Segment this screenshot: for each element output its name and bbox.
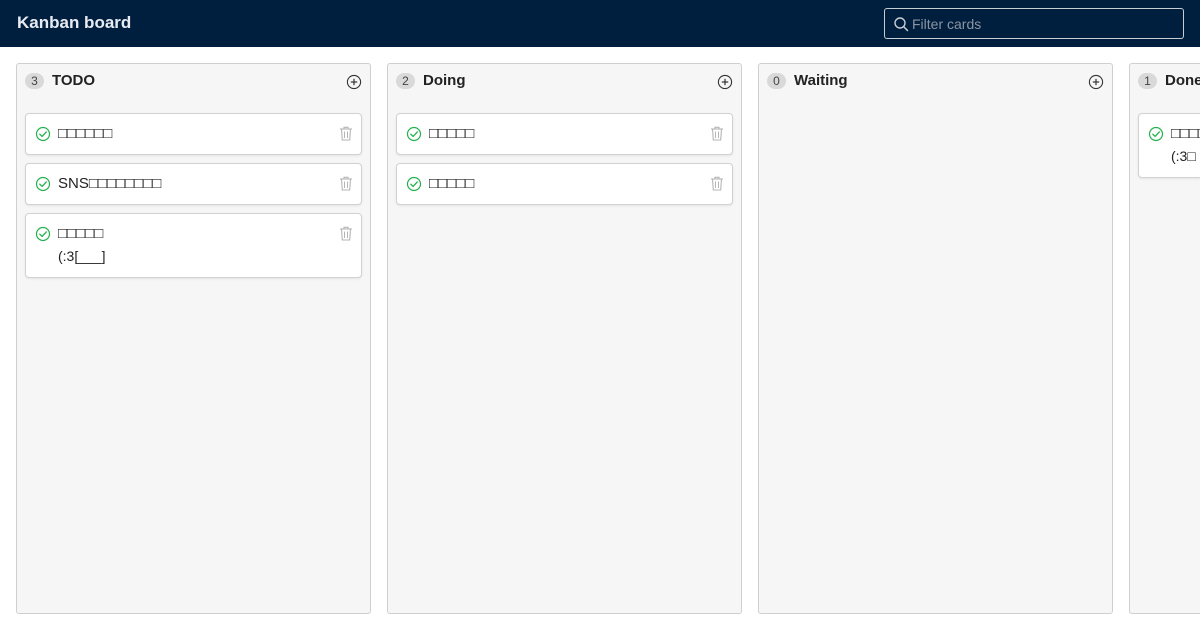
card-note: (:3□ (1171, 148, 1196, 164)
app-header: Kanban board (0, 0, 1200, 47)
card[interactable]: □□□□□ (396, 113, 733, 155)
card-title: SNS□□□□□□□□ (58, 175, 162, 192)
column-title: Doing (423, 72, 466, 89)
card[interactable]: □□□□□□ (25, 113, 362, 155)
trash-icon[interactable] (710, 176, 724, 191)
card-count-badge: 1 (1138, 73, 1157, 89)
card[interactable]: SNS□□□□□□□□ (25, 163, 362, 205)
card-title: □□□□□ (429, 125, 475, 142)
trash-icon[interactable] (710, 126, 724, 141)
kanban-board: 3 TODO □□□□□□ SNS□□□□□□□□ □□□□□ (:3[___]… (0, 47, 1200, 630)
card-title: □□□□□□ (58, 125, 113, 142)
card-count-badge: 0 (767, 73, 786, 89)
check-circle-icon[interactable] (406, 126, 422, 142)
column-header: 3 TODO (17, 64, 370, 98)
column-header: 0 Waiting (759, 64, 1112, 98)
card-count-badge: 2 (396, 73, 415, 89)
column-title: Waiting (794, 72, 848, 89)
card[interactable]: □□□□□ (396, 163, 733, 205)
filter-cards-input[interactable] (912, 11, 1172, 36)
card-count-badge: 3 (25, 73, 44, 89)
add-card-button[interactable] (346, 74, 362, 90)
check-circle-icon[interactable] (35, 126, 51, 142)
card-title: □□□□□ (429, 175, 475, 192)
column-title: TODO (52, 72, 96, 89)
column-doing: 2 Doing □□□□□ □□□□□ (387, 63, 742, 614)
add-card-button[interactable] (717, 74, 733, 90)
add-card-button[interactable] (1088, 74, 1104, 90)
trash-icon[interactable] (339, 126, 353, 141)
check-circle-icon[interactable] (406, 176, 422, 192)
check-circle-icon[interactable] (1148, 126, 1164, 142)
filter-box[interactable] (884, 8, 1184, 39)
check-circle-icon[interactable] (35, 226, 51, 242)
column-header: 2 Doing (388, 64, 741, 98)
column-title: Done (1165, 72, 1200, 89)
card-title: □□□□□ (58, 225, 104, 242)
column-todo: 3 TODO □□□□□□ SNS□□□□□□□□ □□□□□ (:3[___] (16, 63, 371, 614)
card[interactable]: □□□□□ (:3[___] (25, 213, 362, 278)
card-title: □□□□□ (1171, 125, 1200, 142)
search-icon (894, 16, 909, 31)
check-circle-icon[interactable] (35, 176, 51, 192)
trash-icon[interactable] (339, 176, 353, 191)
card-note: (:3[___] (58, 248, 106, 264)
column-waiting: 0 Waiting (758, 63, 1113, 614)
column-done: 1 Done □□□□□ (:3□ (1129, 63, 1200, 614)
card[interactable]: □□□□□ (:3□ (1138, 113, 1200, 178)
app-title: Kanban board (17, 13, 132, 32)
trash-icon[interactable] (339, 226, 353, 241)
column-header: 1 Done (1130, 64, 1200, 98)
